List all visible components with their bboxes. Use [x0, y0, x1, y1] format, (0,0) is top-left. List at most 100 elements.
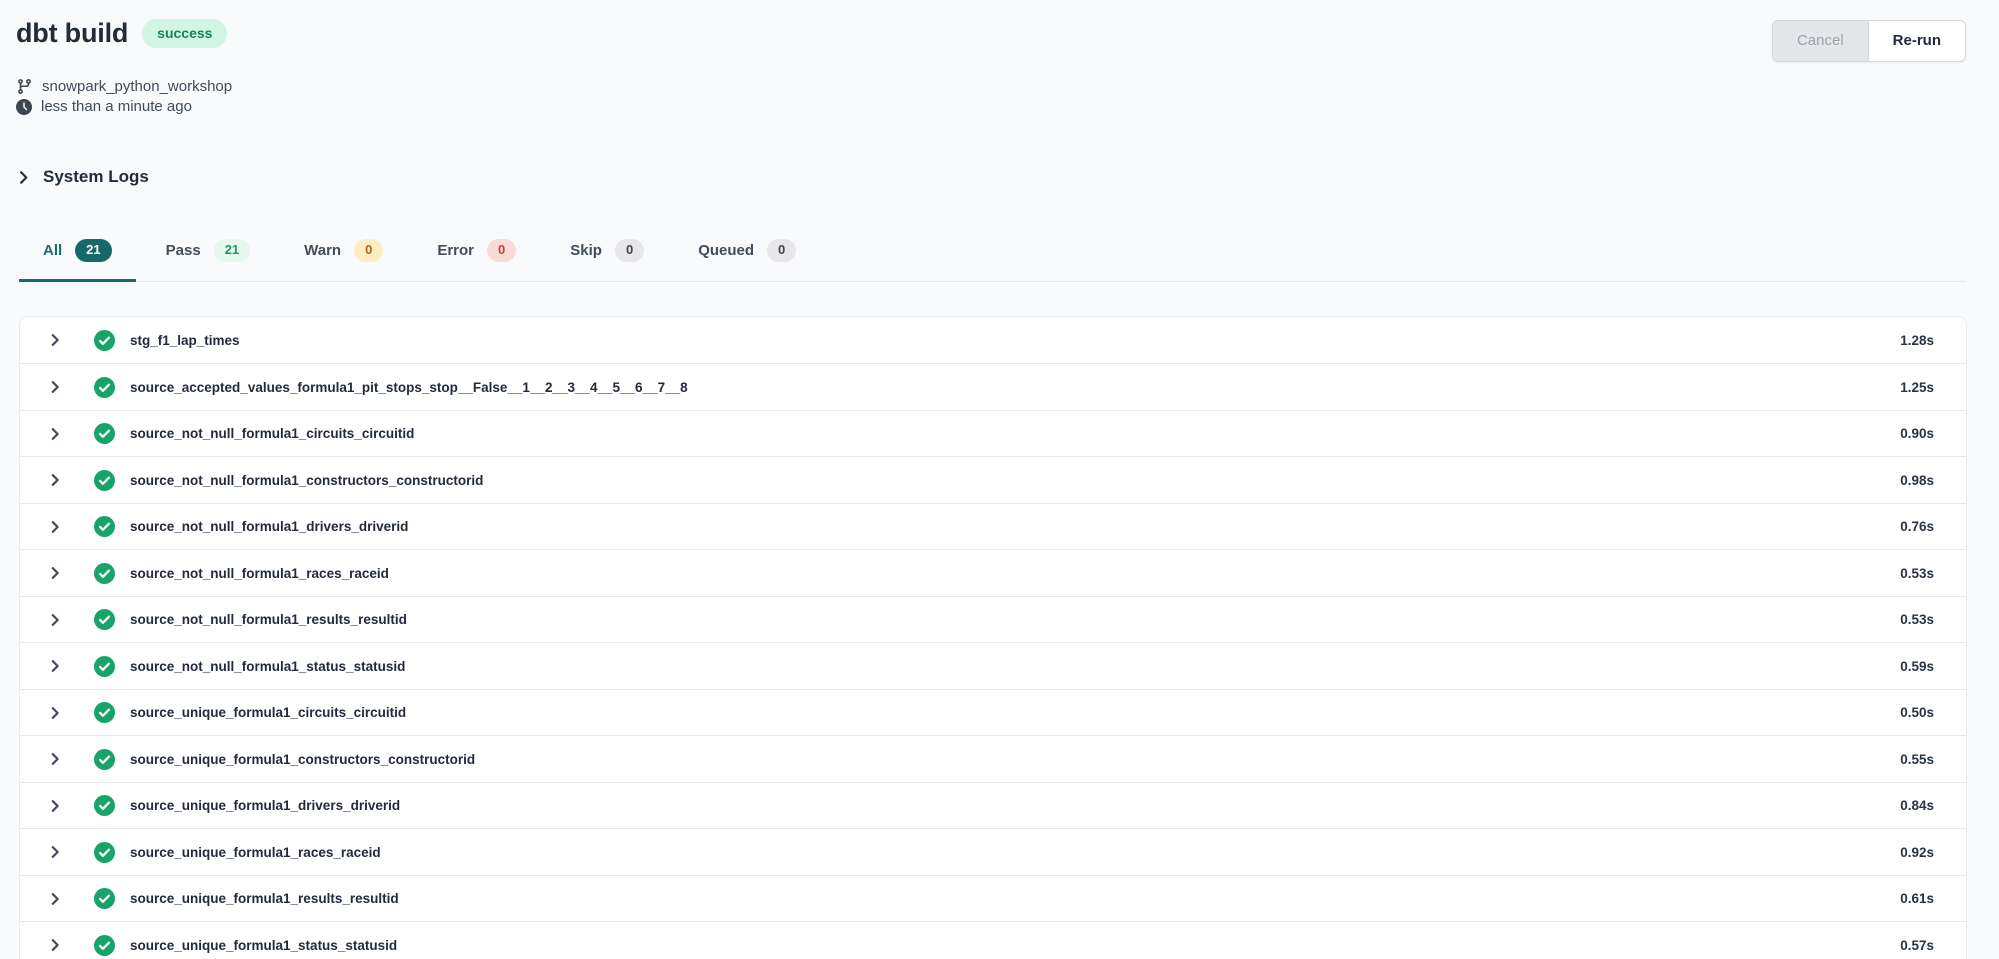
result-name: source_not_null_formula1_circuits_circui…: [130, 426, 414, 441]
result-row[interactable]: stg_f1_lap_times 1.28s: [20, 317, 1966, 364]
expand-chevron-icon[interactable]: [44, 934, 66, 956]
check-circle-icon: [94, 609, 115, 630]
results-list: stg_f1_lap_times 1.28s source_accepted_v…: [20, 317, 1966, 959]
expand-chevron-icon[interactable]: [44, 748, 66, 770]
chevron-right-icon: [16, 170, 31, 185]
result-name: source_not_null_formula1_status_statusid: [130, 659, 405, 674]
result-duration: 0.61s: [1900, 891, 1934, 906]
result-duration: 1.25s: [1900, 380, 1934, 395]
branch-row: snowpark_python_workshop: [16, 78, 1966, 95]
result-duration: 0.59s: [1900, 659, 1934, 674]
tab-warn[interactable]: Warn 0: [280, 239, 407, 282]
check-circle-icon: [94, 563, 115, 584]
expand-chevron-icon[interactable]: [44, 888, 66, 910]
result-duration: 0.50s: [1900, 705, 1934, 720]
result-row[interactable]: source_not_null_formula1_results_resulti…: [20, 596, 1966, 643]
result-duration: 0.90s: [1900, 426, 1934, 441]
result-row[interactable]: source_unique_formula1_results_resultid …: [20, 875, 1966, 922]
result-duration: 0.53s: [1900, 612, 1934, 627]
header: dbt build success Cancel Re-run: [16, 18, 1966, 62]
result-name: source_not_null_formula1_constructors_co…: [130, 473, 483, 488]
expand-chevron-icon[interactable]: [44, 609, 66, 631]
run-meta: snowpark_python_workshop less than a min…: [16, 78, 1966, 115]
tab-count-badge: 0: [767, 239, 796, 262]
time-row: less than a minute ago: [16, 98, 1966, 115]
expand-chevron-icon[interactable]: [44, 655, 66, 677]
check-circle-icon: [94, 656, 115, 677]
tab-error[interactable]: Error 0: [413, 239, 540, 282]
expand-chevron-icon[interactable]: [44, 702, 66, 724]
expand-chevron-icon[interactable]: [44, 516, 66, 538]
tab-count-badge: 21: [214, 239, 250, 262]
result-name: source_not_null_formula1_results_resulti…: [130, 612, 407, 627]
check-circle-icon: [94, 470, 115, 491]
system-logs-toggle[interactable]: System Logs: [16, 167, 149, 187]
tab-label: Queued: [698, 242, 754, 259]
result-row[interactable]: source_accepted_values_formula1_pit_stop…: [20, 363, 1966, 410]
result-row[interactable]: source_not_null_formula1_drivers_driveri…: [20, 503, 1966, 550]
expand-chevron-icon[interactable]: [44, 423, 66, 445]
expand-chevron-icon[interactable]: [44, 795, 66, 817]
rerun-button[interactable]: Re-run: [1869, 21, 1965, 61]
result-row[interactable]: source_unique_formula1_status_statusid 0…: [20, 921, 1966, 959]
check-circle-icon: [94, 423, 115, 444]
check-circle-icon: [94, 749, 115, 770]
cancel-button[interactable]: Cancel: [1773, 21, 1869, 61]
tab-label: Skip: [570, 242, 602, 259]
tab-label: Warn: [304, 242, 341, 259]
tab-skip[interactable]: Skip 0: [546, 239, 668, 282]
result-name: source_unique_formula1_constructors_cons…: [130, 752, 475, 767]
tab-count-badge: 21: [75, 239, 111, 262]
git-branch-icon: [16, 78, 33, 95]
tab-count-badge: 0: [615, 239, 644, 262]
tab-label: Pass: [166, 242, 201, 259]
check-circle-icon: [94, 377, 115, 398]
time-ago: less than a minute ago: [41, 98, 192, 115]
result-duration: 0.84s: [1900, 798, 1934, 813]
result-row[interactable]: source_unique_formula1_constructors_cons…: [20, 735, 1966, 782]
check-circle-icon: [94, 795, 115, 816]
tab-pass[interactable]: Pass 21: [142, 239, 275, 282]
result-duration: 0.55s: [1900, 752, 1934, 767]
result-duration: 1.28s: [1900, 333, 1934, 348]
result-duration: 0.92s: [1900, 845, 1934, 860]
system-logs-label: System Logs: [43, 167, 149, 187]
result-duration: 0.98s: [1900, 473, 1934, 488]
expand-chevron-icon[interactable]: [44, 562, 66, 584]
check-circle-icon: [94, 888, 115, 909]
result-row[interactable]: source_unique_formula1_circuits_circuiti…: [20, 689, 1966, 736]
result-row[interactable]: source_not_null_formula1_circuits_circui…: [20, 410, 1966, 457]
expand-chevron-icon[interactable]: [44, 841, 66, 863]
result-row[interactable]: source_not_null_formula1_races_raceid 0.…: [20, 549, 1966, 596]
expand-chevron-icon[interactable]: [44, 469, 66, 491]
result-name: source_accepted_values_formula1_pit_stop…: [130, 380, 688, 395]
result-duration: 0.53s: [1900, 566, 1934, 581]
result-name: source_not_null_formula1_drivers_driveri…: [130, 519, 408, 534]
result-row[interactable]: source_not_null_formula1_status_statusid…: [20, 642, 1966, 689]
expand-chevron-icon[interactable]: [44, 329, 66, 351]
page-title: dbt build: [16, 18, 128, 49]
tab-count-badge: 0: [487, 239, 516, 262]
result-name: source_unique_formula1_circuits_circuiti…: [130, 705, 406, 720]
branch-name: snowpark_python_workshop: [42, 78, 232, 95]
expand-chevron-icon[interactable]: [44, 376, 66, 398]
check-circle-icon: [94, 330, 115, 351]
result-name: source_unique_formula1_results_resultid: [130, 891, 399, 906]
tab-all[interactable]: All 21: [19, 239, 136, 282]
check-circle-icon: [94, 702, 115, 723]
tab-label: All: [43, 242, 62, 259]
check-circle-icon: [94, 842, 115, 863]
result-name: source_not_null_formula1_races_raceid: [130, 566, 389, 581]
tab-queued[interactable]: Queued 0: [674, 239, 820, 282]
result-name: source_unique_formula1_drivers_driverid: [130, 798, 400, 813]
tab-label: Error: [437, 242, 474, 259]
result-name: source_unique_formula1_status_statusid: [130, 938, 397, 953]
result-row[interactable]: source_not_null_formula1_constructors_co…: [20, 456, 1966, 503]
tab-count-badge: 0: [354, 239, 383, 262]
result-row[interactable]: source_unique_formula1_drivers_driverid …: [20, 782, 1966, 829]
status-badge: success: [142, 19, 227, 48]
check-circle-icon: [94, 516, 115, 537]
run-detail-page: dbt build success Cancel Re-run snowpark…: [0, 0, 1999, 959]
result-row[interactable]: source_unique_formula1_races_raceid 0.92…: [20, 828, 1966, 875]
result-duration: 0.57s: [1900, 938, 1934, 953]
